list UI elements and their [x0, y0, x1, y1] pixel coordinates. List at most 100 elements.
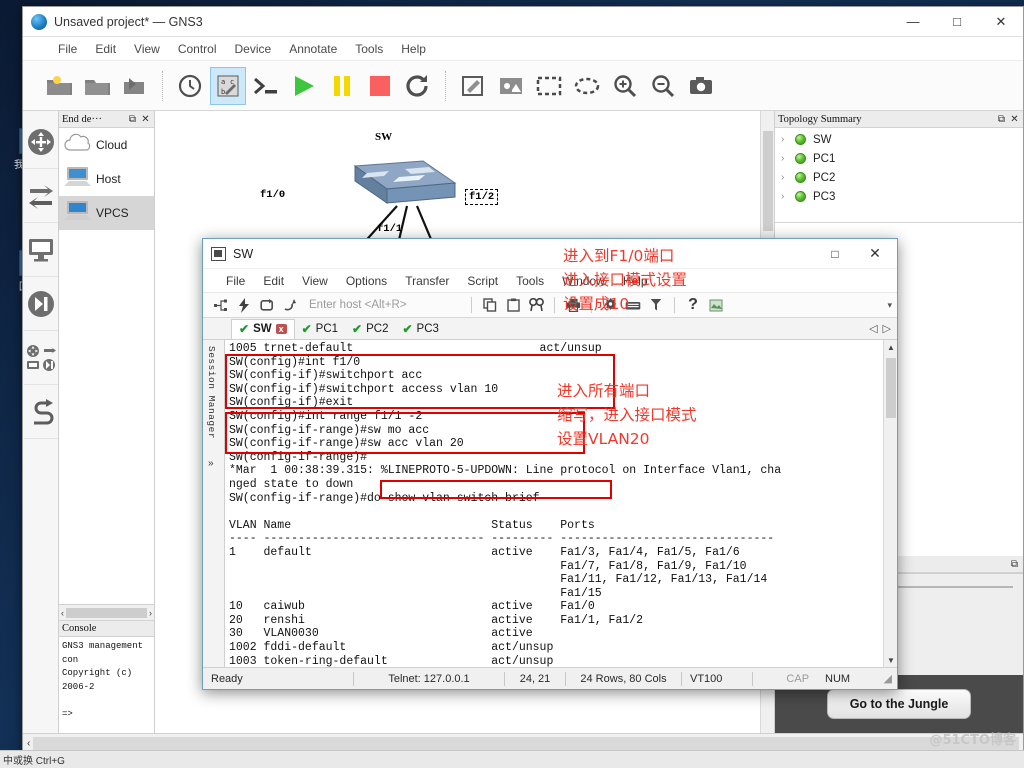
- crt-menu-view[interactable]: View: [293, 272, 337, 290]
- security-devices-category-icon[interactable]: [23, 277, 58, 331]
- minimize-button[interactable]: —: [891, 7, 935, 37]
- paste-icon[interactable]: [503, 295, 523, 315]
- add-link-icon[interactable]: [23, 385, 58, 439]
- terminal-scrollbar[interactable]: ▲ ▼: [883, 340, 897, 667]
- canvas-scroll-thumb[interactable]: [763, 131, 773, 231]
- menu-file[interactable]: File: [49, 40, 86, 58]
- reconnect-icon[interactable]: [257, 295, 277, 315]
- terminal-line: 30 VLAN0030 active: [229, 627, 533, 641]
- save-project-icon[interactable]: [117, 67, 153, 105]
- device-item-vpcs[interactable]: VPCS: [59, 196, 154, 230]
- crt-menu-edit[interactable]: Edit: [254, 272, 293, 290]
- reload-all-icon[interactable]: [400, 67, 436, 105]
- crt-menu-options[interactable]: Options: [337, 272, 396, 290]
- find-icon[interactable]: [526, 295, 546, 315]
- terminal-scroll-thumb[interactable]: [886, 358, 896, 418]
- console-all-icon[interactable]: [248, 67, 284, 105]
- menu-edit[interactable]: Edit: [86, 40, 125, 58]
- session-manager-expand-icon[interactable]: »: [208, 458, 214, 469]
- device-item-cloud[interactable]: Cloud: [59, 128, 154, 162]
- tab-prev-button[interactable]: ◁: [869, 322, 877, 335]
- quick-connect-icon[interactable]: [234, 295, 254, 315]
- scroll-thumb[interactable]: [66, 607, 147, 618]
- topology-node-pc1[interactable]: › PC1: [775, 149, 1023, 168]
- all-devices-category-icon[interactable]: [23, 331, 58, 385]
- crt-close-button[interactable]: ✕: [853, 239, 897, 269]
- copy-icon[interactable]: [480, 295, 500, 315]
- crt-menu-transfer[interactable]: Transfer: [396, 272, 458, 290]
- project-toolbar-group: [41, 67, 153, 105]
- resize-grip-icon[interactable]: ◢: [884, 672, 897, 685]
- menu-help[interactable]: Help: [392, 40, 435, 58]
- connect-icon[interactable]: [211, 295, 231, 315]
- expand-chevron-icon[interactable]: ›: [781, 172, 795, 183]
- expand-chevron-icon[interactable]: ›: [781, 191, 795, 202]
- end-devices-category-icon[interactable]: [23, 223, 58, 277]
- status-scroll-bar[interactable]: [33, 737, 1019, 750]
- tab-next-button[interactable]: ▷: [883, 322, 891, 335]
- help-icon[interactable]: ?: [683, 295, 703, 315]
- topology-summary-float-button[interactable]: ⧉: [995, 114, 1008, 125]
- show-interface-labels-icon[interactable]: acb: [210, 66, 246, 105]
- gns3-window-controls: — □ ✕: [891, 7, 1023, 37]
- end-devices-float-button[interactable]: ⧉: [126, 114, 139, 125]
- disconnect-icon[interactable]: [280, 295, 300, 315]
- menu-annotate[interactable]: Annotate: [280, 40, 346, 58]
- terminal-output[interactable]: 1005 trnet-default act/unsup SW(config)#…: [225, 340, 883, 667]
- terminal-line: 20 renshi active Fa1/1, Fa1/2: [229, 613, 644, 627]
- device-item-host[interactable]: Host: [59, 162, 154, 196]
- new-project-icon[interactable]: [41, 67, 77, 105]
- port-label-f1-0: f1/0: [260, 189, 286, 201]
- status-scroll-left[interactable]: ‹: [27, 738, 30, 749]
- topology-node-pc3[interactable]: › PC3: [775, 187, 1023, 206]
- end-devices-close-button[interactable]: ✕: [139, 114, 152, 125]
- tab-pc3[interactable]: ✔ PC3: [395, 319, 445, 339]
- draw-ellipse-icon[interactable]: [569, 67, 605, 105]
- expand-chevron-icon[interactable]: ›: [781, 153, 795, 164]
- menu-control[interactable]: Control: [169, 40, 226, 58]
- zoom-out-icon[interactable]: [645, 67, 681, 105]
- close-button[interactable]: ✕: [979, 7, 1023, 37]
- draw-rectangle-icon[interactable]: [531, 67, 567, 105]
- screenshot-icon[interactable]: [683, 67, 719, 105]
- add-note-icon[interactable]: [455, 67, 491, 105]
- toolbar-overflow-chevron-icon[interactable]: ▾: [887, 300, 897, 311]
- gns3-console-output[interactable]: GNS3 management con Copyright (c) 2006-2…: [59, 637, 154, 733]
- end-devices-hscrollbar[interactable]: ‹ ›: [59, 604, 154, 620]
- scroll-up-arrow[interactable]: ▲: [884, 340, 898, 354]
- stop-all-icon[interactable]: [362, 67, 398, 105]
- scroll-right-arrow[interactable]: ›: [149, 608, 152, 618]
- crt-maximize-button[interactable]: □: [817, 239, 853, 269]
- go-to-the-jungle-button[interactable]: Go to the Jungle: [826, 689, 972, 719]
- tab-sw[interactable]: ✔ SW x: [231, 318, 295, 339]
- crt-menu-file[interactable]: File: [217, 272, 254, 290]
- expand-chevron-icon[interactable]: ›: [781, 134, 795, 145]
- menu-tools[interactable]: Tools: [346, 40, 392, 58]
- crt-menu-tools[interactable]: Tools: [507, 272, 553, 290]
- menu-device[interactable]: Device: [226, 40, 281, 58]
- maximize-button[interactable]: □: [935, 7, 979, 37]
- routers-category-icon[interactable]: [23, 115, 58, 169]
- tab-close-badge-icon[interactable]: x: [275, 324, 287, 334]
- filter-icon[interactable]: [646, 295, 666, 315]
- insert-image-icon[interactable]: [493, 67, 529, 105]
- start-all-icon[interactable]: [286, 67, 322, 105]
- topology-node-sw[interactable]: › SW: [775, 130, 1023, 149]
- topology-summary-close-button[interactable]: ✕: [1008, 114, 1021, 125]
- capture-icon[interactable]: [706, 295, 726, 315]
- session-manager-sidebar[interactable]: Session Manager »: [203, 340, 225, 667]
- scroll-left-arrow[interactable]: ‹: [61, 608, 64, 618]
- scroll-down-arrow[interactable]: ▼: [884, 653, 898, 667]
- tab-pc1[interactable]: ✔ PC1: [295, 319, 345, 339]
- host-input[interactable]: Enter host <Alt+R>: [303, 299, 463, 311]
- tab-pc2[interactable]: ✔ PC2: [345, 319, 395, 339]
- pause-all-icon[interactable]: [324, 67, 360, 105]
- snapshot-clock-icon[interactable]: [172, 67, 208, 105]
- switches-category-icon[interactable]: [23, 169, 58, 223]
- crt-menu-script[interactable]: Script: [458, 272, 507, 290]
- topology-node-pc2[interactable]: › PC2: [775, 168, 1023, 187]
- open-project-icon[interactable]: [79, 67, 115, 105]
- menu-view[interactable]: View: [125, 40, 169, 58]
- ad-panel-float-button[interactable]: ⧉: [1008, 559, 1021, 570]
- zoom-in-icon[interactable]: [607, 67, 643, 105]
